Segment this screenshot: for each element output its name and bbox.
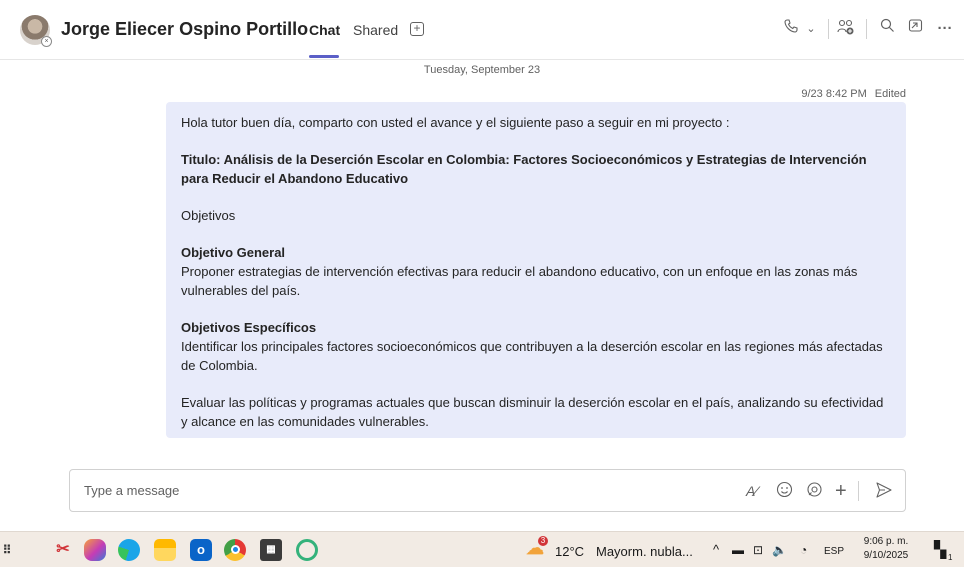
calculator-icon[interactable]: ▦	[260, 539, 282, 561]
weather-temp[interactable]: 12°C	[555, 544, 584, 559]
task-view-icon[interactable]: ⠿	[2, 539, 12, 561]
general-objective-heading: Objetivo General	[181, 245, 286, 260]
general-objective-text: Proponer estrategias de intervención efe…	[181, 264, 858, 298]
clock-date[interactable]: 9/10/2025	[856, 550, 916, 562]
notification-icon[interactable]: ▚	[934, 540, 946, 560]
message-timestamp: 9/23 8:42 PM	[801, 88, 867, 100]
date-separator: Tuesday, September 23	[423, 64, 541, 76]
message-title: Titulo: Análisis de la Deserción Escolar…	[181, 152, 867, 186]
chevron-up-icon[interactable]: ^	[713, 542, 719, 557]
chevron-down-icon[interactable]: ⌄	[804, 18, 818, 40]
phone-icon[interactable]	[782, 18, 800, 40]
circle-app-icon[interactable]	[296, 539, 318, 561]
language-indicator[interactable]: ESP	[824, 546, 844, 558]
add-tab-icon[interactable]: +	[410, 22, 424, 36]
add-people-icon[interactable]	[836, 18, 856, 40]
specific-objective-text-2: Evaluar las políticas y programas actual…	[181, 395, 884, 429]
active-tab-indicator	[309, 55, 339, 58]
specific-objectives-heading: Objetivos Específicos	[181, 320, 317, 335]
battery-icon[interactable]: ▬	[732, 543, 744, 557]
specific-objective-text-1: Identificar los principales factores soc…	[181, 339, 883, 373]
message-list[interactable]: Tuesday, September 23 9/23 8:42 PM Edited…	[0, 60, 964, 455]
clock-time[interactable]: 9:06 p. m.	[856, 536, 916, 548]
plus-icon[interactable]: +	[835, 481, 847, 501]
chrome-icon[interactable]	[224, 539, 246, 561]
emoji-icon[interactable]	[776, 481, 793, 504]
format-icon[interactable]: A⁄	[746, 481, 758, 501]
snipping-tool-icon[interactable]: ✂	[52, 539, 74, 561]
tab-chat[interactable]: Chat	[309, 22, 340, 38]
chat-header: × Jorge Eliecer Ospino Portillo Chat Sha…	[0, 0, 964, 60]
edge-icon[interactable]	[118, 539, 140, 561]
compose-divider	[858, 481, 859, 501]
more-options-icon[interactable]: ···	[936, 18, 954, 40]
objectives-label: Objetivos	[181, 208, 236, 223]
input-icon[interactable]: ⊡	[753, 543, 763, 557]
header-divider	[828, 19, 829, 39]
presence-offline-icon: ×	[41, 36, 52, 47]
tab-shared[interactable]: Shared	[353, 22, 398, 38]
message-input[interactable]: Type a message	[84, 483, 179, 498]
message-intro: Hola tutor buen día, comparto con usted …	[181, 115, 730, 130]
wifi-icon[interactable]: ◔	[800, 543, 807, 557]
message-bubble[interactable]: Hola tutor buen día, comparto con usted …	[166, 102, 906, 438]
contact-name[interactable]: Jorge Eliecer Ospino Portillo	[61, 19, 308, 40]
notification-count: 1	[948, 553, 953, 562]
send-icon[interactable]	[875, 481, 893, 505]
copilot-icon[interactable]	[84, 539, 106, 561]
search-icon[interactable]	[878, 18, 896, 40]
message-meta: 9/23 8:42 PM Edited	[793, 88, 906, 100]
outlook-icon[interactable]: o	[190, 539, 212, 561]
loop-icon[interactable]	[806, 481, 823, 504]
compose-box[interactable]: Type a message A⁄ +	[69, 469, 906, 512]
popout-icon[interactable]	[906, 18, 924, 40]
file-explorer-icon[interactable]	[154, 539, 176, 561]
windows-taskbar: ⠿ ✂ o ▦ ☁ 3 12°C Mayorm. nubla... ^ ▬ ⊡ …	[0, 531, 964, 567]
volume-icon[interactable]: 🔈	[772, 543, 787, 557]
message-edited-label: Edited	[874, 88, 906, 100]
header-divider	[866, 19, 867, 39]
weather-text[interactable]: Mayorm. nubla...	[596, 544, 693, 559]
weather-badge: 3	[538, 536, 548, 546]
